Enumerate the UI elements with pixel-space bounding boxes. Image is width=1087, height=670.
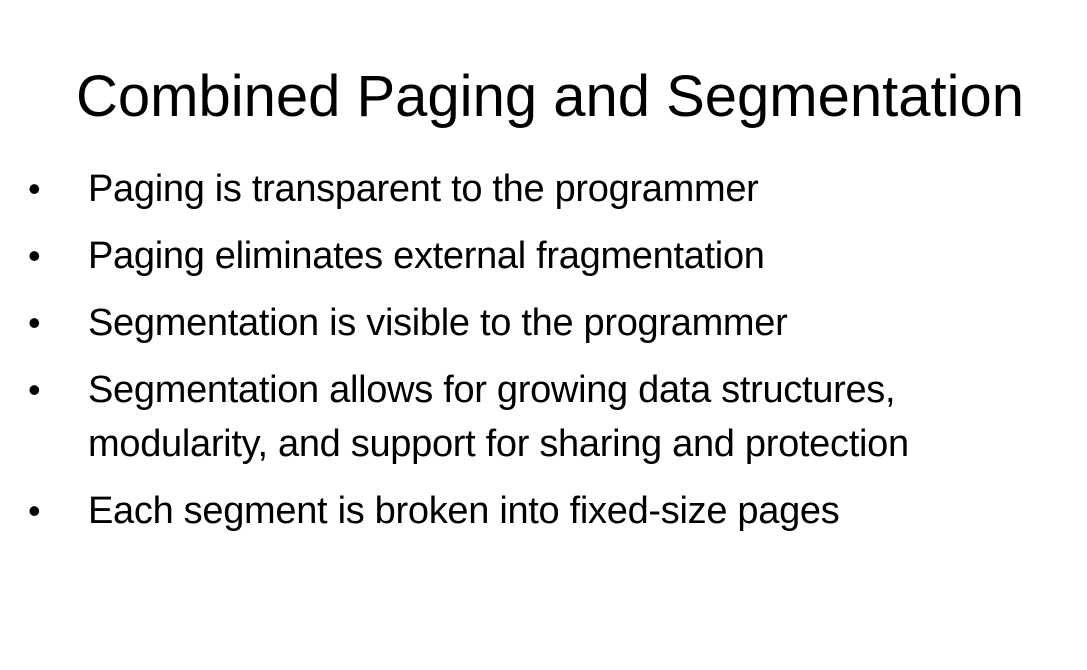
bullet-text: Segmentation is visible to the programme…	[88, 302, 788, 344]
bullet-item: • Each segment is broken into fixed-size…	[0, 484, 1087, 538]
bullet-item: • Paging is transparent to the programme…	[0, 162, 1087, 216]
slide-title: Combined Paging and Segmentation	[76, 63, 1024, 129]
bullet-text: Paging is transparent to the programmer	[88, 168, 759, 210]
slide: Combined Paging and Segmentation • Pagin…	[0, 0, 1087, 670]
bullet-dot-icon: •	[28, 235, 41, 276]
bullet-item: • Paging eliminates external fragmentati…	[0, 229, 1087, 283]
bullet-text: Paging eliminates external fragmentation	[88, 235, 765, 277]
bullet-dot-icon: •	[28, 490, 41, 531]
bullet-dot-icon: •	[28, 302, 41, 343]
bullet-dot-icon: •	[28, 369, 41, 410]
bullet-text: Each segment is broken into fixed-size p…	[88, 490, 840, 532]
bullet-item: • Segmentation is visible to the program…	[0, 296, 1087, 350]
bullet-dot-icon: •	[28, 168, 41, 209]
bullet-item: • Segmentation allows for growing data s…	[0, 363, 1087, 471]
bullet-list: • Paging is transparent to the programme…	[0, 162, 1087, 551]
bullet-text: Segmentation allows for growing data str…	[88, 369, 909, 465]
